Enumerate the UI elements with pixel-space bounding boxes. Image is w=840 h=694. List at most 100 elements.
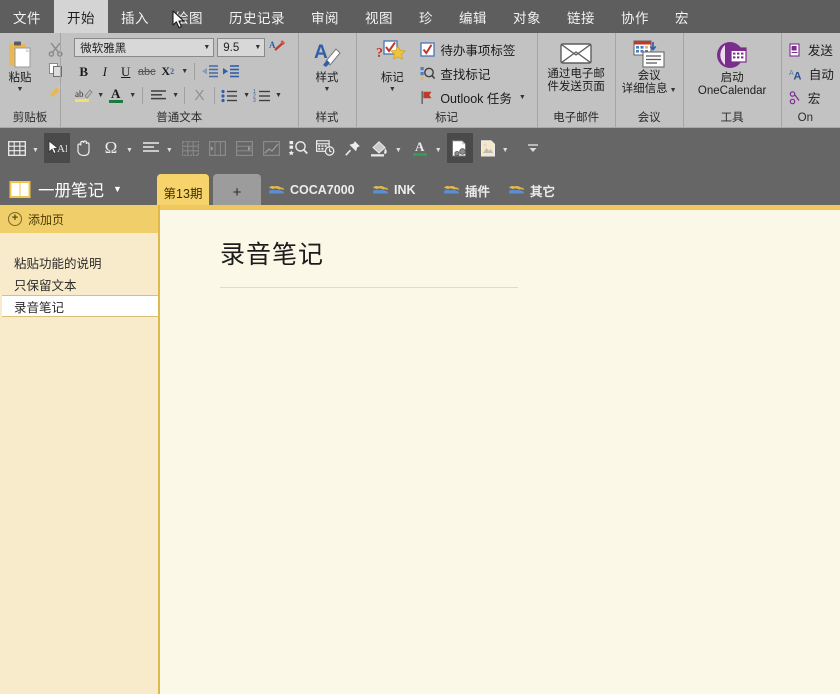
select-text-button[interactable]: AI: [44, 133, 70, 163]
page-canvas[interactable]: 录音笔记: [162, 210, 840, 694]
menu-item-review[interactable]: 审阅: [298, 0, 352, 33]
paragraph-align-button[interactable]: [138, 133, 164, 163]
ribbon-group-onetastic: 发送 A A 自动: [781, 33, 840, 128]
meeting-caret[interactable]: ▼: [670, 87, 677, 94]
text-highlight-button[interactable]: ab: [74, 86, 93, 105]
menu-item-draw[interactable]: 绘图: [162, 0, 216, 33]
page-settings-button[interactable]: [447, 133, 473, 163]
section-group-ink[interactable]: INK: [372, 179, 416, 201]
font-name-combo[interactable]: 微软雅黑 ▼: [74, 38, 214, 57]
overflow-more-button[interactable]: [520, 133, 546, 163]
onetastic-auto-item[interactable]: A A 自动: [789, 63, 834, 84]
symbol-dropdown-caret[interactable]: ▼: [125, 133, 137, 163]
page-list-item[interactable]: 只保留文本: [0, 273, 158, 295]
section-group-other[interactable]: 其它: [508, 179, 555, 201]
table-insert-column-button[interactable]: [205, 133, 231, 163]
paragraph-dropdown-caret[interactable]: ▼: [165, 133, 177, 163]
styles-caret[interactable]: ▼: [324, 86, 331, 93]
chart-button[interactable]: [259, 133, 285, 163]
email-page-button[interactable]: 通过电子邮 件发送页面: [539, 37, 613, 94]
menu-item-macro[interactable]: 宏: [662, 0, 702, 33]
increase-indent-button[interactable]: [222, 62, 241, 81]
notebook-selector[interactable]: 一册笔记 ▼: [0, 168, 160, 210]
page-list: 粘贴功能的说明 只保留文本 录音笔记: [0, 233, 158, 317]
subscript-caret[interactable]: ▼: [181, 68, 188, 75]
launch-onecalendar-button[interactable]: 启动 OneCalendar: [685, 37, 779, 98]
menu-item-file[interactable]: 文件: [0, 0, 54, 33]
table-insert-row-button[interactable]: [232, 133, 258, 163]
page-title[interactable]: 录音笔记: [220, 235, 518, 287]
page-list-item[interactable]: 粘贴功能的说明: [0, 251, 158, 273]
table-icon-button[interactable]: [4, 133, 30, 163]
subscript-button[interactable]: X2: [158, 62, 177, 81]
bullets-button[interactable]: [220, 86, 239, 105]
notebook-caret-icon[interactable]: ▼: [113, 184, 122, 194]
onetastic-send-item[interactable]: 发送: [789, 39, 834, 60]
menu-item-link[interactable]: 链接: [554, 0, 608, 33]
add-page-button[interactable]: + 添加页: [0, 205, 158, 233]
clear-formatting-button[interactable]: A: [268, 38, 287, 57]
section-group-coca7000[interactable]: COCA7000: [268, 179, 355, 201]
flag-icon: [420, 90, 435, 105]
todo-tag-item[interactable]: 待办事项标签: [420, 39, 526, 60]
numbering-caret[interactable]: ▼: [275, 92, 282, 99]
menu-item-collaborate[interactable]: 协作: [608, 0, 662, 33]
text-group-label: 普通文本: [61, 109, 298, 128]
highlight-caret[interactable]: ▼: [97, 92, 104, 99]
onetastic-macro-item[interactable]: 宏: [789, 87, 834, 108]
numbering-button[interactable]: 1 2 3: [252, 86, 271, 105]
pin-button[interactable]: [340, 133, 366, 163]
tags-caret[interactable]: ▼: [389, 86, 396, 93]
outlook-tasks-item[interactable]: Outlook 任务 ▼: [420, 87, 526, 108]
table-dropdown-caret[interactable]: ▼: [31, 133, 43, 163]
underline-button[interactable]: U: [116, 62, 135, 81]
align-button[interactable]: [149, 86, 168, 105]
menu-item-edit[interactable]: 编辑: [446, 0, 500, 33]
menu-item-object[interactable]: 对象: [500, 0, 554, 33]
outlook-tasks-caret[interactable]: ▼: [519, 94, 526, 101]
strikethrough-button[interactable]: abc: [137, 62, 156, 81]
font-name-caret[interactable]: ▼: [203, 44, 210, 51]
font-color-caret[interactable]: ▼: [129, 92, 136, 99]
ribbon: 粘贴 ▼: [0, 33, 840, 128]
menu-item-home[interactable]: 开始: [54, 0, 108, 33]
page-list-item-active[interactable]: 录音笔记: [2, 295, 158, 317]
fill-dropdown-caret[interactable]: ▼: [394, 133, 406, 163]
tags-button[interactable]: ? 标记 ▼: [370, 37, 414, 93]
hand-pan-button[interactable]: [71, 133, 97, 163]
styles-button[interactable]: A 样式 ▼: [301, 37, 353, 93]
italic-button[interactable]: I: [95, 62, 114, 81]
find-tags-item[interactable]: 查找标记: [420, 63, 526, 84]
tags-group-label: 标记: [357, 109, 537, 128]
table-grid-button[interactable]: [178, 133, 204, 163]
bullets-caret[interactable]: ▼: [243, 92, 250, 99]
image-page-button[interactable]: [474, 133, 500, 163]
bold-button[interactable]: B: [74, 62, 93, 81]
timestamp-button[interactable]: [313, 133, 339, 163]
menu-item-view[interactable]: 视图: [352, 0, 406, 33]
font-color-tb-button[interactable]: A: [407, 133, 433, 163]
fill-bucket-button[interactable]: [367, 133, 393, 163]
tools-label-2: OneCalendar: [698, 85, 766, 98]
font-size-combo[interactable]: 9.5 ▼: [217, 38, 265, 57]
meeting-details-button[interactable]: 会议 详细信息▼: [617, 37, 681, 97]
clear-format-x-button[interactable]: X: [190, 86, 209, 105]
image-dropdown-caret[interactable]: ▼: [501, 133, 513, 163]
symbol-omega-button[interactable]: Ω: [98, 133, 124, 163]
svg-text:3: 3: [253, 98, 256, 103]
font-color-tb-caret[interactable]: ▼: [434, 133, 446, 163]
font-size-caret[interactable]: ▼: [254, 44, 261, 51]
menu-item-insert[interactable]: 插入: [108, 0, 162, 33]
decrease-indent-button[interactable]: [201, 62, 220, 81]
menu-item-history[interactable]: 历史记录: [216, 0, 298, 33]
find-tag-button[interactable]: [286, 133, 312, 163]
ribbon-group-styles: A 样式 ▼ 样式: [298, 33, 356, 128]
paste-dropdown-caret[interactable]: ▼: [17, 86, 24, 93]
paste-button[interactable]: 粘贴 ▼: [0, 37, 46, 93]
menu-item-zhen[interactable]: 珍: [406, 0, 446, 33]
font-color-button[interactable]: A: [106, 86, 125, 105]
align-caret[interactable]: ▼: [172, 92, 179, 99]
onetastic-auto-label: 自动: [809, 64, 834, 83]
auto-text-icon: A A: [789, 67, 804, 81]
section-group-plugin[interactable]: 插件: [443, 179, 490, 201]
